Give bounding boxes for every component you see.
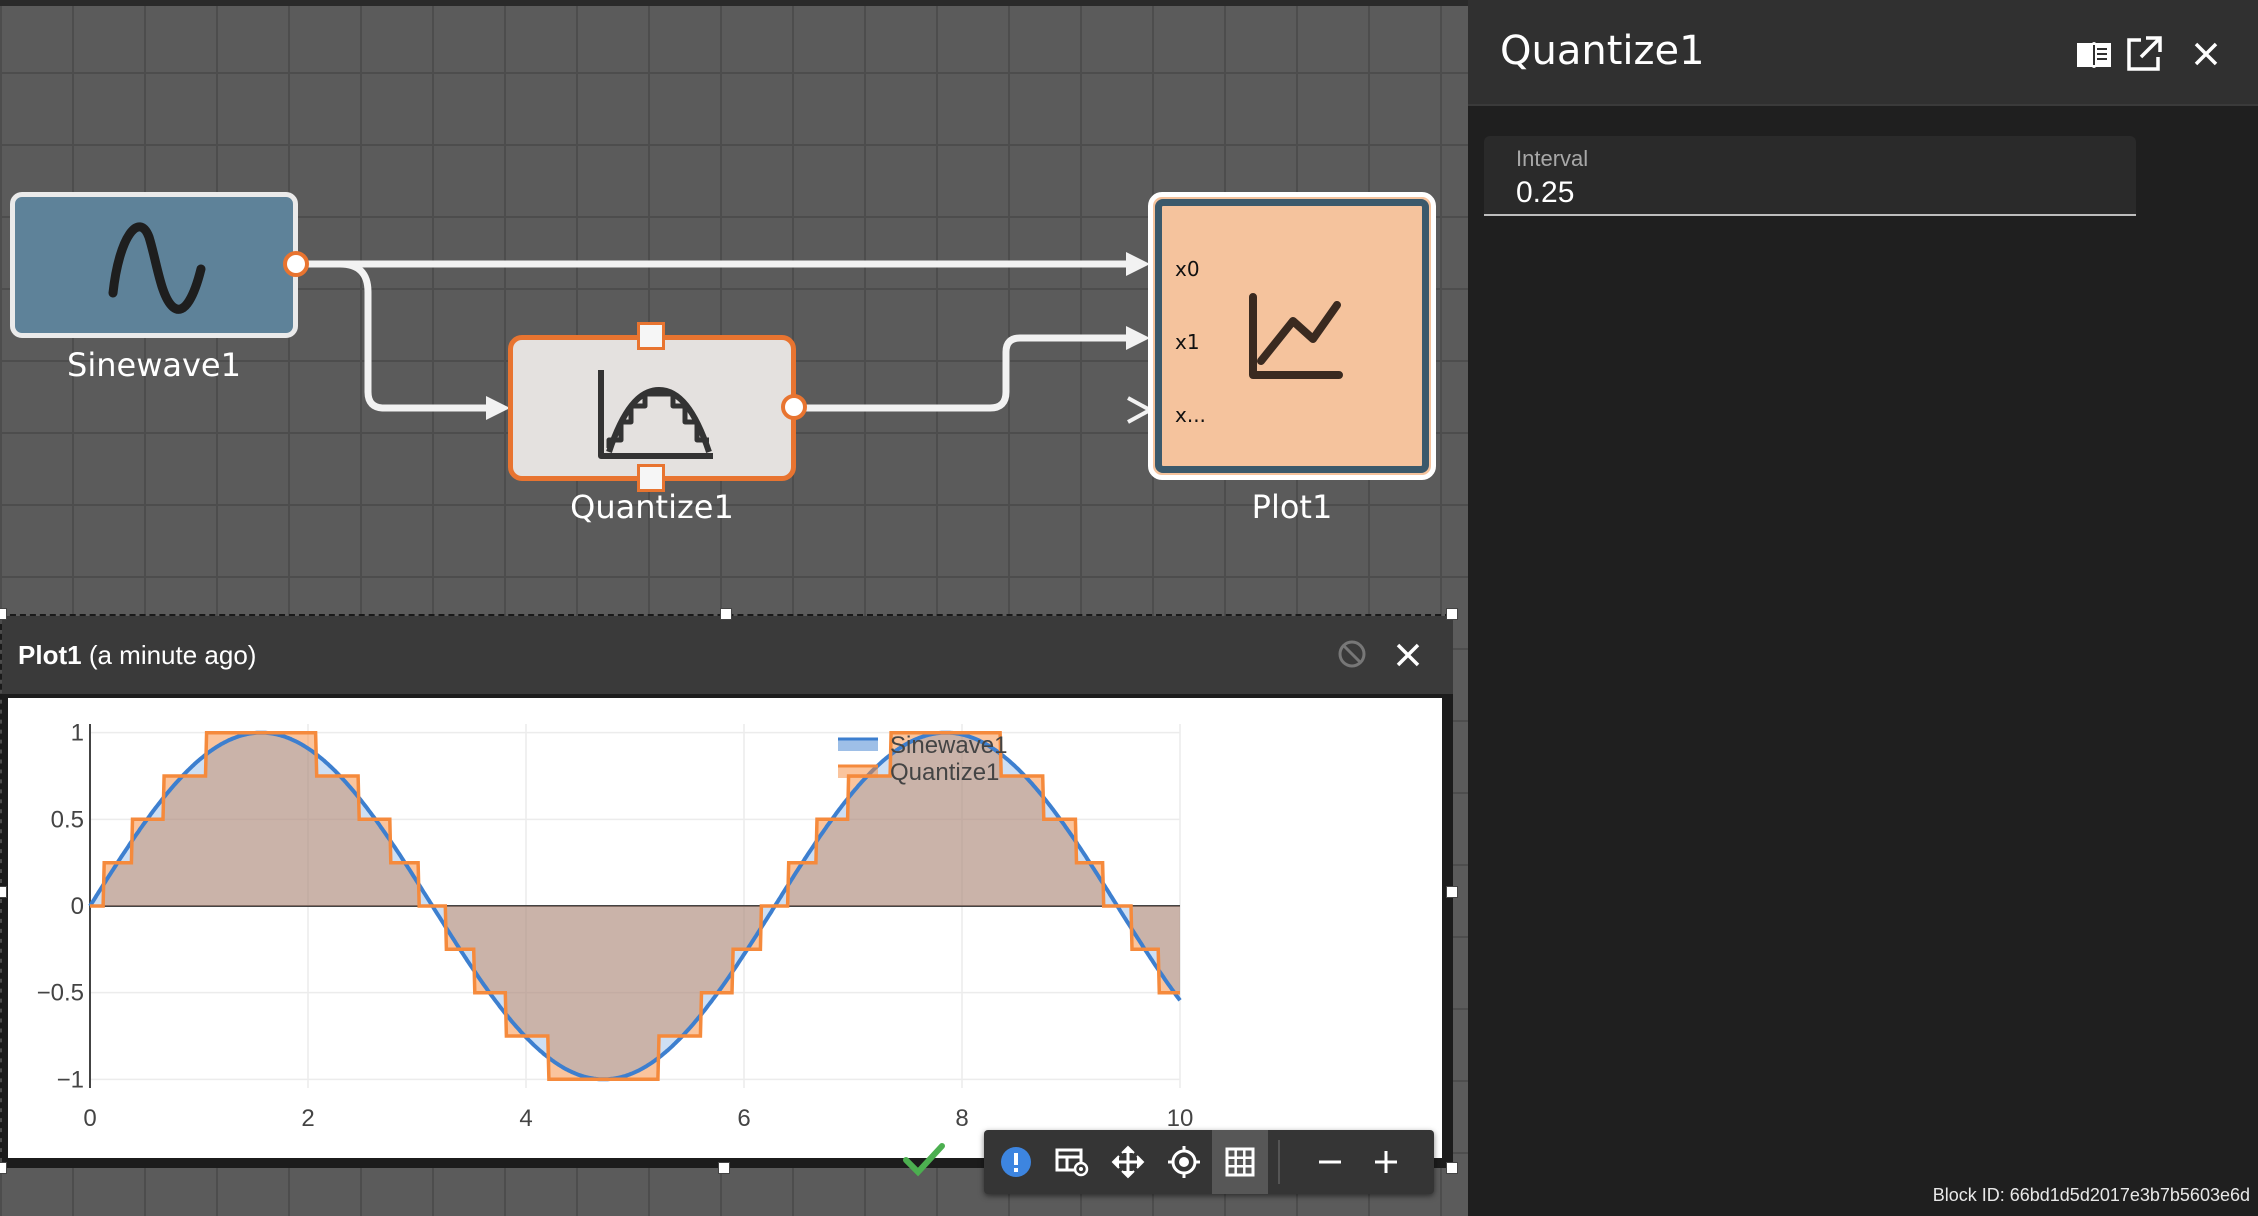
y-tick-label: 0 (71, 893, 84, 920)
legend-label: Sinewave1 (890, 732, 1007, 759)
plot-window-header[interactable]: Plot1 (a minute ago) (2, 616, 1453, 694)
resize-handle-tl[interactable] (0, 608, 7, 620)
info-icon (1001, 1147, 1031, 1177)
quantize-icon (598, 370, 713, 459)
legend-swatch (838, 766, 878, 778)
y-tick-label: −1 (57, 1066, 84, 1093)
legend-swatch (838, 739, 878, 751)
arrow-x1 (1126, 326, 1150, 350)
minus-icon (1319, 1160, 1341, 1164)
quantize-output-port[interactable] (781, 394, 807, 420)
y-tick-label: 0.5 (51, 806, 84, 833)
resize-handle-br[interactable] (1446, 1162, 1458, 1174)
x-tick-label: 6 (737, 1105, 750, 1132)
block-icon[interactable] (1336, 638, 1368, 670)
open-external-icon[interactable] (2124, 34, 2164, 74)
x-tick-label: 8 (955, 1105, 968, 1132)
resize-handle-tm[interactable] (720, 608, 732, 620)
arrow-x0 (1126, 252, 1150, 276)
x-tick-label: 0 (83, 1105, 96, 1132)
move-icon (1111, 1145, 1145, 1179)
zoom-out-button[interactable] (1302, 1130, 1358, 1194)
sinewave1-area (90, 732, 1180, 1080)
interval-label: Interval (1516, 146, 1589, 171)
interval-field[interactable]: Interval 0.25 (1484, 136, 2136, 216)
target-button[interactable] (1156, 1130, 1212, 1194)
quantize-top-port[interactable] (637, 322, 665, 350)
resize-handle-bm[interactable] (718, 1162, 730, 1174)
interval-value[interactable]: 0.25 (1516, 176, 1574, 210)
plot-window-timestamp: (a minute ago) (88, 640, 257, 670)
table-view-icon (1055, 1148, 1089, 1177)
resize-handle-tr[interactable] (1446, 608, 1458, 620)
plot-area[interactable]: 0 2 4 6 8 10 1 0.5 0 −0.5 −1 Sinewave1 Quantize1 (8, 698, 1442, 1158)
panel-header: Quantize1 (1468, 0, 2258, 106)
plot-window-name: Plot1 (18, 640, 82, 670)
resize-handle-ml[interactable] (0, 886, 7, 898)
toolbar-divider (1278, 1140, 1280, 1184)
quantize-block[interactable] (508, 335, 796, 481)
x-tick-label: 2 (301, 1105, 314, 1132)
sine-wave-icon (108, 222, 206, 314)
sinewave-block[interactable] (10, 192, 298, 338)
info-button[interactable] (988, 1130, 1044, 1194)
crosshair-icon (1168, 1146, 1200, 1178)
y-tick-label: −0.5 (37, 980, 84, 1007)
book-icon[interactable] (2074, 34, 2114, 74)
grid-icon (1225, 1147, 1255, 1177)
close-icon[interactable] (2186, 34, 2226, 74)
x-tick-label: 4 (519, 1105, 532, 1132)
pan-button[interactable] (1100, 1130, 1156, 1194)
plot-label: Plot1 (1251, 488, 1333, 526)
resize-handle-bl[interactable] (0, 1162, 7, 1174)
sinewave-output-port[interactable] (283, 251, 309, 277)
close-icon[interactable] (1393, 640, 1423, 670)
sinewave-label: Sinewave1 (67, 346, 241, 384)
quantize-label: Quantize1 (570, 488, 734, 526)
resize-handle-mr[interactable] (1446, 886, 1458, 898)
wire-quantize-to-plot-x1 (806, 334, 1140, 412)
block-id: Block ID: 66bd1d5d2017e3b7b5603e6d (1932, 1185, 2250, 1205)
check-icon (903, 1143, 945, 1177)
plot-toolbar (984, 1130, 1434, 1194)
zoom-in-button[interactable] (1358, 1130, 1414, 1194)
plus-icon (1375, 1151, 1397, 1173)
y-tick-label: 1 (71, 720, 84, 747)
wire-sine-to-quantize (339, 260, 500, 412)
properties-panel: Quantize1 Interval 0.25 Block ID: 66bd1d… (1468, 0, 2258, 1216)
arrow-xn (1127, 396, 1155, 424)
plot-block[interactable]: x0 x1 x... (1148, 192, 1436, 480)
arrow-quant-in (486, 396, 510, 420)
x-tick-label: 10 (1167, 1105, 1194, 1132)
plot-window-title: Plot1 (a minute ago) (18, 640, 256, 671)
legend-label: Quantize1 (890, 759, 999, 786)
table-view-button[interactable] (1044, 1130, 1100, 1194)
panel-title: Quantize1 (1500, 28, 1705, 74)
line-chart-icon (1249, 293, 1343, 379)
chart-svg[interactable]: 0 2 4 6 8 10 1 0.5 0 −0.5 −1 Sinewave1Quantize1 (8, 698, 1442, 1158)
grid-button[interactable] (1212, 1130, 1268, 1194)
